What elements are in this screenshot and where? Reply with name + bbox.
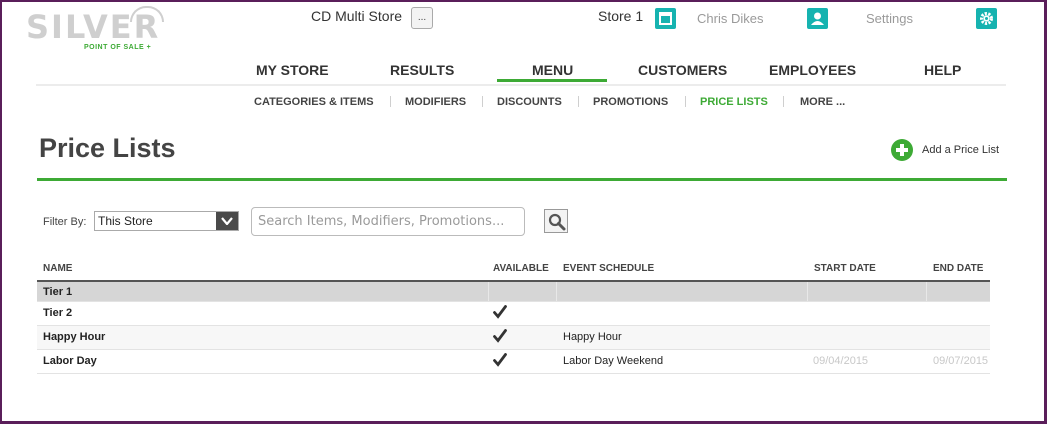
chevron-down-icon[interactable] — [216, 212, 238, 230]
search-icon[interactable] — [544, 209, 568, 233]
subnav-categories-items[interactable]: CATEGORIES & ITEMS — [254, 96, 374, 108]
nav-results[interactable]: RESULTS — [390, 62, 454, 78]
column-separator — [926, 282, 927, 301]
page-title: Price Lists — [39, 133, 176, 163]
row-event-schedule: Labor Day Weekend — [563, 355, 664, 367]
subnav-more[interactable]: MORE ... — [800, 96, 845, 108]
nav-divider — [36, 84, 1006, 86]
add-price-list-link[interactable]: Add a Price List — [922, 144, 999, 156]
row-name: Happy Hour — [43, 331, 106, 343]
user-name[interactable]: Chris Dikes — [697, 11, 763, 26]
nav-my-store[interactable]: MY STORE — [256, 62, 329, 78]
settings-link[interactable]: Settings — [866, 11, 913, 26]
subnav-modifiers[interactable]: MODIFIERS — [405, 96, 466, 108]
nav-help[interactable]: HELP — [924, 62, 961, 78]
checkmark-icon — [493, 305, 507, 324]
gear-icon[interactable] — [976, 8, 997, 29]
row-name: Tier 1 — [43, 286, 73, 298]
subnav-price-lists[interactable]: PRICE LISTS — [700, 96, 768, 108]
subnav-separator — [685, 96, 686, 107]
store-icon[interactable] — [655, 8, 676, 29]
silver-logo[interactable]: SILVER POINT OF SALE + — [26, 6, 166, 56]
table-row[interactable]: Tier 2 — [37, 302, 990, 326]
store-select-button[interactable]: ... — [411, 7, 433, 29]
column-header-event-schedule[interactable]: EVENT SCHEDULE — [563, 263, 654, 274]
row-end-date: 09/07/2015 — [933, 355, 989, 367]
column-header-end-date[interactable]: END DATE — [933, 263, 983, 274]
nav-customers[interactable]: CUSTOMERS — [638, 62, 727, 78]
row-name: Labor Day — [43, 355, 97, 367]
nav-employees[interactable]: EMPLOYEES — [769, 62, 856, 78]
column-header-start-date[interactable]: START DATE — [814, 263, 876, 274]
user-icon[interactable] — [807, 8, 828, 29]
subnav-separator — [482, 96, 483, 107]
subnav-discounts[interactable]: DISCOUNTS — [497, 96, 562, 108]
subnav-separator — [578, 96, 579, 107]
title-underline — [37, 178, 1007, 181]
filter-label: Filter By: — [43, 216, 87, 228]
store-label: Store 1 — [598, 8, 644, 24]
row-start-date: 09/04/2015 — [813, 355, 869, 367]
subnav-separator — [390, 96, 391, 107]
row-name: Tier 2 — [43, 307, 73, 319]
subnav-promotions[interactable]: PROMOTIONS — [593, 96, 668, 108]
active-nav-indicator — [497, 79, 607, 82]
column-separator — [556, 282, 557, 301]
nav-menu[interactable]: MENU — [532, 62, 573, 78]
filter-select[interactable]: This Store — [94, 211, 239, 231]
filter-select-value: This Store — [98, 214, 153, 228]
column-separator — [807, 282, 808, 301]
column-header-available[interactable]: AVAILABLE — [493, 263, 549, 274]
checkmark-icon — [493, 353, 507, 372]
add-price-list-icon[interactable] — [891, 139, 913, 161]
checkmark-icon — [493, 329, 507, 348]
row-event-schedule: Happy Hour — [563, 331, 622, 343]
table-row[interactable]: Labor Day Labor Day Weekend 09/04/2015 0… — [37, 350, 990, 374]
column-separator — [488, 282, 489, 301]
column-header-name[interactable]: NAME — [43, 263, 72, 274]
table-row[interactable]: Happy Hour Happy Hour — [37, 326, 990, 350]
search-input[interactable] — [251, 207, 525, 236]
company-name: CD Multi Store — [311, 8, 403, 24]
table-row[interactable]: Tier 1 — [37, 282, 990, 302]
logo-tagline: POINT OF SALE + — [84, 44, 152, 51]
subnav-separator — [783, 96, 784, 107]
